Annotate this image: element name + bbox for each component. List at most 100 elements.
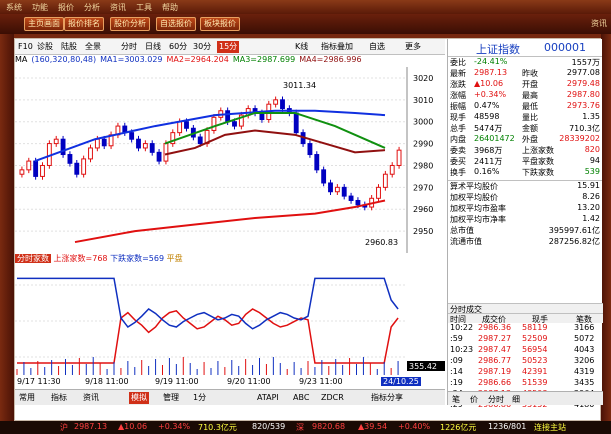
trade-price: 2986.36 <box>478 323 512 332</box>
panorama-button[interactable]: 全景 <box>85 41 101 53</box>
chart-toolbar: F10 诊股 陆股 全景 分时 日线 60分 30分 15分 K线 指标叠加 自… <box>15 39 445 55</box>
diagnose-button[interactable]: 诊股 <box>37 41 53 53</box>
tab-info[interactable]: 资讯 <box>81 392 101 404</box>
sh-amount: 710.3亿元 <box>198 423 237 432</box>
trades-title-row: 分时成交 <box>448 303 603 314</box>
up-count-line <box>17 308 399 364</box>
timeshare-button[interactable]: 分时 <box>121 41 137 53</box>
status-bar: 沪 2987.13 ▲10.06 +0.34% 710.3亿元 820/539 … <box>0 421 611 434</box>
ma2-line <box>74 199 386 244</box>
quote-label: 涨幅 <box>450 91 466 100</box>
candle <box>177 121 183 134</box>
quote-row: 总手 5474万 金额 710.3亿 <box>448 123 602 134</box>
daily-button[interactable]: 日线 <box>145 41 161 53</box>
candle <box>197 136 203 145</box>
quote-row: 涨跌 ▲10.06 开盘 2979.48 <box>448 79 602 90</box>
sh-price: 2987.13 <box>74 422 108 431</box>
connection-status[interactable]: 连接主站 <box>534 422 566 433</box>
trade-time: :14 <box>450 367 463 376</box>
quote-label: 上涨家数 <box>522 146 554 155</box>
flat-label: 平盘 <box>166 254 183 263</box>
menu-tools[interactable]: 工具 <box>136 2 152 13</box>
stat-label: 加权平均市净率 <box>450 215 506 224</box>
menu-info[interactable]: 资讯 <box>110 2 126 13</box>
sz-price: 9820.68 <box>312 422 346 431</box>
quote-label: 昨收 <box>522 69 538 78</box>
stat-label: 加权平均股价 <box>450 193 498 202</box>
tab-zdcr[interactable]: ZDCR <box>319 392 346 404</box>
quote-label: 金额 <box>522 124 538 133</box>
tab-abc[interactable]: ABC <box>291 392 311 404</box>
tab-price[interactable]: 价 <box>470 394 478 405</box>
tab-simulate[interactable]: 模拟 <box>129 392 149 404</box>
tab-detail[interactable]: 细 <box>512 394 520 405</box>
trade-volume: 58119 <box>522 323 548 332</box>
candle <box>225 110 231 123</box>
tab-timeshare[interactable]: 分时 <box>488 394 504 405</box>
sz-change: ▲39.54 <box>358 422 388 431</box>
quote-label: 换手 <box>450 168 466 177</box>
time-cursor-label: 24/10.25 <box>381 377 421 386</box>
indicator-name[interactable]: 分时家数 <box>15 254 51 263</box>
menu-help[interactable]: 帮助 <box>162 2 178 13</box>
ma-legend: MA (160,320,80,48) MA1=3003.029 MA2=2964.20… <box>15 55 445 67</box>
candle <box>88 147 93 160</box>
quote-title: 上证指数 000001 <box>448 39 602 57</box>
ma4-value: MA4=2986.996 <box>299 55 362 64</box>
menu-quote[interactable]: 报价 <box>58 2 74 13</box>
candle <box>136 138 141 149</box>
trade-price: 2987.47 <box>478 345 512 354</box>
indicator-chart[interactable]: 355.42 <box>15 265 445 377</box>
ma2-value: MA2=2964.204 <box>166 55 229 64</box>
quote-row: 换手 0.16% 下跌家数 539 <box>448 167 602 178</box>
land-button[interactable]: 陆股 <box>61 41 77 53</box>
menu-system[interactable]: 系统 <box>6 2 22 13</box>
tab-indicator[interactable]: 指标 <box>49 392 69 404</box>
quote-value: 0.16% <box>474 167 500 176</box>
overlay-button[interactable]: 指标叠加 <box>321 41 353 53</box>
toolbar-info-link[interactable]: 资讯 <box>591 18 607 29</box>
quote-label: 外盘 <box>522 135 538 144</box>
15min-button[interactable]: 15分 <box>217 41 240 53</box>
time-label-4: 9/20 11:00 <box>227 377 271 386</box>
trade-row: 10:22 2986.36 58119 3166 <box>448 323 603 334</box>
tab-manage[interactable]: 管理 <box>161 392 181 404</box>
tab-1min[interactable]: 1分 <box>191 392 208 404</box>
menu-function[interactable]: 功能 <box>32 2 48 13</box>
tab-share[interactable]: 指标分享 <box>369 392 405 404</box>
trade-time: 10:22 <box>450 323 474 332</box>
tab-common[interactable]: 常用 <box>17 392 37 404</box>
analysis-button[interactable]: 股价分析 <box>110 17 150 31</box>
candle <box>19 169 25 175</box>
quote-label: 总手 <box>450 124 466 133</box>
ranking-button[interactable]: 报价排名 <box>64 17 104 31</box>
candle <box>355 199 361 206</box>
f10-button[interactable]: F10 <box>18 41 33 53</box>
stat-value: 15.91 <box>577 181 600 190</box>
home-button[interactable]: 主页画面 <box>24 17 64 31</box>
30min-button[interactable]: 30分 <box>193 41 211 53</box>
trade-count: 3166 <box>574 323 595 332</box>
quote-row: 委卖 3968万 上涨家数 820 <box>448 145 602 156</box>
time-label-1: 9/17 11:30 <box>17 377 61 386</box>
candle <box>376 186 381 199</box>
quote-value: 3968万 <box>474 146 503 155</box>
quote-label: 委卖 <box>450 146 466 155</box>
more-button[interactable]: 更多 <box>405 41 421 53</box>
quote-label: 现手 <box>450 113 466 122</box>
watchlist-add-button[interactable]: 自选 <box>369 41 385 53</box>
60min-button[interactable]: 60分 <box>169 41 187 53</box>
y-tick-label: 2980 <box>413 161 433 170</box>
tab-atapi[interactable]: ATAPI <box>255 392 281 404</box>
tab-tick[interactable]: 笔 <box>452 394 460 405</box>
candle <box>211 116 217 131</box>
kline-button[interactable]: K线 <box>295 41 308 53</box>
watchlist-button[interactable]: 自选报价 <box>156 17 196 31</box>
stat-row: 总市值 395997.61亿 <box>448 225 602 236</box>
stat-value: 395997.61亿 <box>548 226 600 235</box>
menu-analysis[interactable]: 分析 <box>84 2 100 13</box>
y-tick-label: 3010 <box>413 96 433 105</box>
sector-button[interactable]: 板块报价 <box>200 17 240 31</box>
price-chart[interactable]: 3020 3010 3000 2990 2980 2970 2960 2950 3011.34… <box>15 67 445 253</box>
quote-label: 委比 <box>450 58 466 67</box>
